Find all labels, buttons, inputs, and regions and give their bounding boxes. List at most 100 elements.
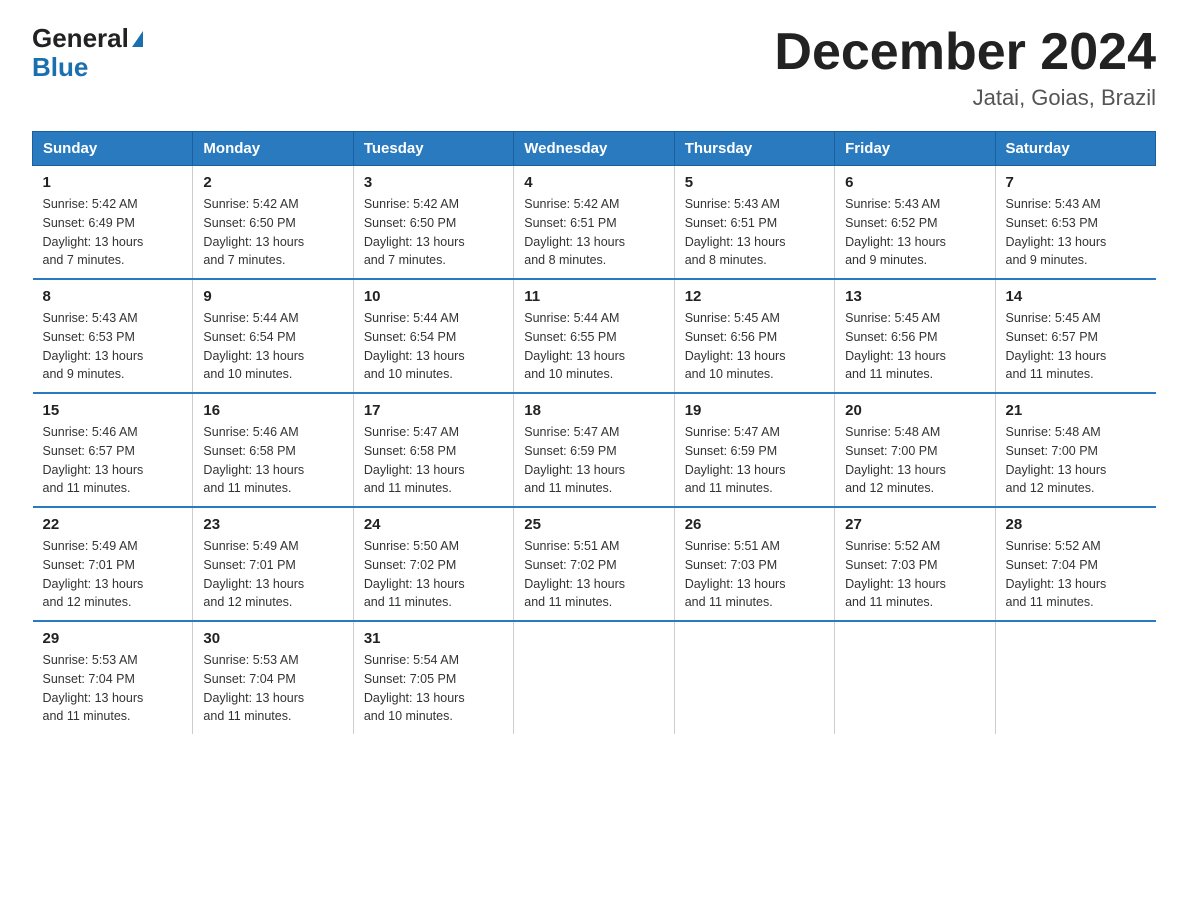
calendar-cell: 19 Sunrise: 5:47 AMSunset: 6:59 PMDayligh… <box>674 393 834 507</box>
day-number: 30 <box>203 630 342 647</box>
day-info: Sunrise: 5:46 AMSunset: 6:57 PMDaylight:… <box>43 423 183 498</box>
calendar-cell: 11 Sunrise: 5:44 AMSunset: 6:55 PMDayligh… <box>514 279 674 393</box>
day-number: 7 <box>1006 174 1146 191</box>
day-number: 25 <box>524 516 663 533</box>
calendar-cell <box>514 621 674 734</box>
day-info: Sunrise: 5:46 AMSunset: 6:58 PMDaylight:… <box>203 423 342 498</box>
day-number: 14 <box>1006 288 1146 305</box>
header-friday: Friday <box>835 132 995 166</box>
day-number: 22 <box>43 516 183 533</box>
calendar-cell: 27 Sunrise: 5:52 AMSunset: 7:03 PMDayligh… <box>835 507 995 621</box>
calendar-cell: 14 Sunrise: 5:45 AMSunset: 6:57 PMDayligh… <box>995 279 1155 393</box>
day-number: 19 <box>685 402 824 419</box>
day-number: 8 <box>43 288 183 305</box>
logo: General Blue <box>32 24 143 81</box>
calendar-cell: 21 Sunrise: 5:48 AMSunset: 7:00 PMDayligh… <box>995 393 1155 507</box>
calendar-header-row: SundayMondayTuesdayWednesdayThursdayFrid… <box>33 132 1156 166</box>
day-info: Sunrise: 5:50 AMSunset: 7:02 PMDaylight:… <box>364 537 503 612</box>
day-info: Sunrise: 5:45 AMSunset: 6:56 PMDaylight:… <box>685 309 824 384</box>
calendar-cell: 28 Sunrise: 5:52 AMSunset: 7:04 PMDayligh… <box>995 507 1155 621</box>
calendar-cell: 17 Sunrise: 5:47 AMSunset: 6:58 PMDayligh… <box>353 393 513 507</box>
calendar-cell: 5Sunrise: 5:43 AMSunset: 6:51 PMDaylight… <box>674 166 834 280</box>
calendar-cell: 31Sunrise: 5:54 AMSunset: 7:05 PMDayligh… <box>353 621 513 734</box>
day-number: 9 <box>203 288 342 305</box>
day-info: Sunrise: 5:48 AMSunset: 7:00 PMDaylight:… <box>1006 423 1146 498</box>
header-thursday: Thursday <box>674 132 834 166</box>
day-info: Sunrise: 5:42 AMSunset: 6:50 PMDaylight:… <box>203 195 342 270</box>
calendar-week-row: 1 Sunrise: 5:42 AMSunset: 6:49 PMDaylight… <box>33 166 1156 280</box>
day-info: Sunrise: 5:42 AMSunset: 6:49 PMDaylight:… <box>43 195 183 270</box>
day-number: 28 <box>1006 516 1146 533</box>
day-info: Sunrise: 5:51 AMSunset: 7:03 PMDaylight:… <box>685 537 824 612</box>
day-number: 16 <box>203 402 342 419</box>
day-info: Sunrise: 5:45 AMSunset: 6:56 PMDaylight:… <box>845 309 984 384</box>
calendar-cell: 10Sunrise: 5:44 AMSunset: 6:54 PMDayligh… <box>353 279 513 393</box>
calendar-cell: 18 Sunrise: 5:47 AMSunset: 6:59 PMDayligh… <box>514 393 674 507</box>
header-sunday: Sunday <box>33 132 193 166</box>
day-number: 6 <box>845 174 984 191</box>
calendar-cell <box>835 621 995 734</box>
logo-triangle-icon <box>132 31 143 47</box>
day-info: Sunrise: 5:47 AMSunset: 6:58 PMDaylight:… <box>364 423 503 498</box>
day-number: 5 <box>685 174 824 191</box>
day-info: Sunrise: 5:54 AMSunset: 7:05 PMDaylight:… <box>364 651 503 726</box>
day-info: Sunrise: 5:43 AMSunset: 6:53 PMDaylight:… <box>43 309 183 384</box>
day-info: Sunrise: 5:52 AMSunset: 7:04 PMDaylight:… <box>1006 537 1146 612</box>
day-number: 18 <box>524 402 663 419</box>
page-header: General Blue December 2024 Jatai, Goias,… <box>32 24 1156 111</box>
day-info: Sunrise: 5:51 AMSunset: 7:02 PMDaylight:… <box>524 537 663 612</box>
header-monday: Monday <box>193 132 353 166</box>
day-info: Sunrise: 5:44 AMSunset: 6:55 PMDaylight:… <box>524 309 663 384</box>
day-info: Sunrise: 5:48 AMSunset: 7:00 PMDaylight:… <box>845 423 984 498</box>
calendar-week-row: 29 Sunrise: 5:53 AMSunset: 7:04 PMDayligh… <box>33 621 1156 734</box>
day-info: Sunrise: 5:47 AMSunset: 6:59 PMDaylight:… <box>524 423 663 498</box>
calendar-cell: 25 Sunrise: 5:51 AMSunset: 7:02 PMDayligh… <box>514 507 674 621</box>
day-info: Sunrise: 5:52 AMSunset: 7:03 PMDaylight:… <box>845 537 984 612</box>
day-number: 11 <box>524 288 663 305</box>
calendar-week-row: 8 Sunrise: 5:43 AMSunset: 6:53 PMDaylight… <box>33 279 1156 393</box>
calendar-cell <box>674 621 834 734</box>
calendar-cell: 12Sunrise: 5:45 AMSunset: 6:56 PMDayligh… <box>674 279 834 393</box>
calendar-cell: 15Sunrise: 5:46 AMSunset: 6:57 PMDayligh… <box>33 393 193 507</box>
day-number: 27 <box>845 516 984 533</box>
calendar-cell: 22 Sunrise: 5:49 AMSunset: 7:01 PMDayligh… <box>33 507 193 621</box>
header-saturday: Saturday <box>995 132 1155 166</box>
logo-blue-text: Blue <box>32 53 88 82</box>
header-tuesday: Tuesday <box>353 132 513 166</box>
day-number: 21 <box>1006 402 1146 419</box>
calendar-cell: 8 Sunrise: 5:43 AMSunset: 6:53 PMDaylight… <box>33 279 193 393</box>
day-number: 10 <box>364 288 503 305</box>
day-number: 29 <box>43 630 183 647</box>
day-number: 13 <box>845 288 984 305</box>
day-number: 1 <box>43 174 183 191</box>
day-info: Sunrise: 5:42 AMSunset: 6:50 PMDaylight:… <box>364 195 503 270</box>
logo-general-text: General <box>32 24 129 53</box>
day-info: Sunrise: 5:44 AMSunset: 6:54 PMDaylight:… <box>203 309 342 384</box>
day-info: Sunrise: 5:42 AMSunset: 6:51 PMDaylight:… <box>524 195 663 270</box>
calendar-cell: 3Sunrise: 5:42 AMSunset: 6:50 PMDaylight… <box>353 166 513 280</box>
calendar-cell: 26Sunrise: 5:51 AMSunset: 7:03 PMDayligh… <box>674 507 834 621</box>
calendar-week-row: 22 Sunrise: 5:49 AMSunset: 7:01 PMDayligh… <box>33 507 1156 621</box>
calendar-cell: 24Sunrise: 5:50 AMSunset: 7:02 PMDayligh… <box>353 507 513 621</box>
calendar-week-row: 15Sunrise: 5:46 AMSunset: 6:57 PMDayligh… <box>33 393 1156 507</box>
day-number: 4 <box>524 174 663 191</box>
calendar-cell: 7 Sunrise: 5:43 AMSunset: 6:53 PMDaylight… <box>995 166 1155 280</box>
calendar-cell: 29 Sunrise: 5:53 AMSunset: 7:04 PMDayligh… <box>33 621 193 734</box>
calendar-cell: 4 Sunrise: 5:42 AMSunset: 6:51 PMDaylight… <box>514 166 674 280</box>
calendar-cell: 30Sunrise: 5:53 AMSunset: 7:04 PMDayligh… <box>193 621 353 734</box>
day-info: Sunrise: 5:43 AMSunset: 6:52 PMDaylight:… <box>845 195 984 270</box>
calendar-cell: 9 Sunrise: 5:44 AMSunset: 6:54 PMDaylight… <box>193 279 353 393</box>
calendar-cell: 20 Sunrise: 5:48 AMSunset: 7:00 PMDayligh… <box>835 393 995 507</box>
day-number: 17 <box>364 402 503 419</box>
day-info: Sunrise: 5:49 AMSunset: 7:01 PMDaylight:… <box>43 537 183 612</box>
day-info: Sunrise: 5:49 AMSunset: 7:01 PMDaylight:… <box>203 537 342 612</box>
day-number: 23 <box>203 516 342 533</box>
day-info: Sunrise: 5:45 AMSunset: 6:57 PMDaylight:… <box>1006 309 1146 384</box>
day-info: Sunrise: 5:47 AMSunset: 6:59 PMDaylight:… <box>685 423 824 498</box>
header-wednesday: Wednesday <box>514 132 674 166</box>
day-info: Sunrise: 5:53 AMSunset: 7:04 PMDaylight:… <box>43 651 183 726</box>
day-info: Sunrise: 5:43 AMSunset: 6:53 PMDaylight:… <box>1006 195 1146 270</box>
calendar-cell: 13 Sunrise: 5:45 AMSunset: 6:56 PMDayligh… <box>835 279 995 393</box>
day-number: 20 <box>845 402 984 419</box>
calendar-cell <box>995 621 1155 734</box>
